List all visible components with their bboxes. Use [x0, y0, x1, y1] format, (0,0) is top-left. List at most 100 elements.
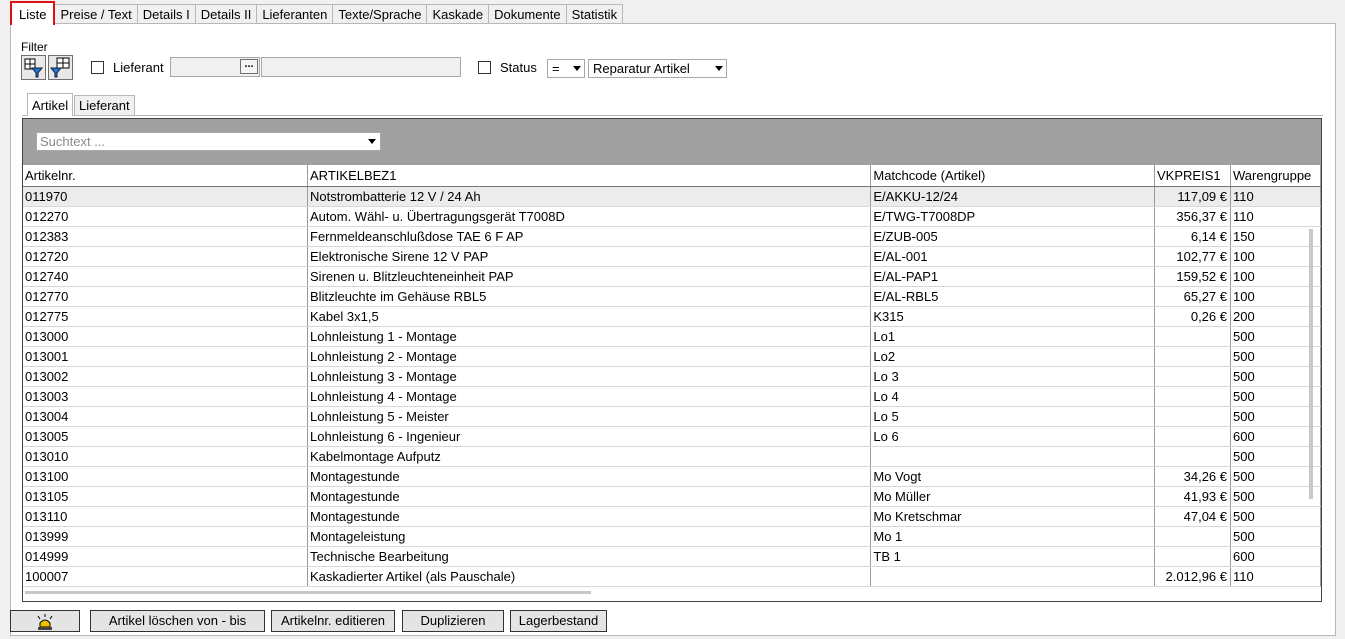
table-cell: Montagestunde — [307, 466, 872, 487]
table-cell: TB 1 — [870, 546, 1156, 567]
table-cell: Lohnleistung 1 - Montage — [307, 326, 872, 347]
table-row[interactable]: 012775 Kabel 3x1,5 K315 0,26 €200 — [23, 306, 1321, 327]
tab-lieferanten[interactable]: Lieferanten — [256, 4, 334, 24]
table-cell: 013003 — [23, 386, 309, 407]
table-row[interactable]: 013002 Lohnleistung 3 - Montage Lo 3 500 — [23, 366, 1321, 387]
vertical-scrollbar[interactable] — [1309, 229, 1313, 499]
table-cell — [870, 566, 1156, 587]
table-cell: 150 — [1230, 226, 1321, 247]
table-cell: 34,26 € — [1154, 466, 1231, 487]
table-cell: 013005 — [23, 426, 309, 447]
table-row[interactable]: 013110 Montagestunde Mo Kretschmar 47,04 €5… — [23, 506, 1321, 527]
table-row[interactable]: 012720 Elektronische Sirene 12 V PAP E/AL-… — [23, 246, 1321, 267]
table-cell: 500 — [1230, 366, 1321, 387]
table-cell: 200 — [1230, 306, 1321, 327]
status-checkbox[interactable] — [478, 61, 491, 74]
tab-texte-sprache[interactable]: Texte/Sprache — [332, 4, 428, 24]
table-row[interactable]: 013010 Kabelmontage Aufputz 500 — [23, 446, 1321, 467]
subtab-artikel[interactable]: Artikel — [27, 93, 74, 116]
table-cell — [1154, 346, 1231, 367]
table-row[interactable]: 013003 Lohnleistung 4 - Montage Lo 4 500 — [23, 386, 1321, 407]
tab-liste[interactable]: Liste — [10, 1, 56, 25]
table-row[interactable]: 100007 Kaskadierter Artikel (als Pauschal… — [23, 566, 1321, 587]
lieferant-lookup-button[interactable]: ... — [240, 59, 258, 74]
table-cell: 012775 — [23, 306, 309, 327]
column-header-matchcode[interactable]: Matchcode (Artikel) — [870, 165, 1156, 187]
table-cell: Lohnleistung 2 - Montage — [307, 346, 872, 367]
table-cell — [1154, 406, 1231, 427]
delete-range-button[interactable]: Artikel löschen von - bis — [90, 610, 265, 632]
table-cell: 012740 — [23, 266, 309, 287]
status-operator-select[interactable]: = — [547, 59, 585, 78]
table-cell: Montagestunde — [307, 506, 872, 527]
tab-statistik[interactable]: Statistik — [565, 4, 624, 24]
table-cell: 013105 — [23, 486, 309, 507]
table-cell: 500 — [1230, 326, 1321, 347]
edit-artikelnr-button[interactable]: Artikelnr. editieren — [271, 610, 395, 632]
table-row[interactable]: 013004 Lohnleistung 5 - Meister Lo 5 500 — [23, 406, 1321, 427]
tab-details-1[interactable]: Details I — [136, 4, 196, 24]
table-row[interactable]: 012770 Blitzleuchte im Gehäuse RBL5 E/AL-R… — [23, 286, 1321, 307]
table-cell: Autom. Wähl- u. Übertragungsgerät T7008D — [307, 206, 872, 227]
horizontal-scrollbar[interactable] — [25, 591, 591, 594]
table-row[interactable]: 012740 Sirenen u. Blitzleuchteneinheit PA… — [23, 266, 1321, 287]
table-cell: 011970 — [23, 186, 309, 207]
table-cell — [1154, 386, 1231, 407]
table-row[interactable]: 013001 Lohnleistung 2 - Montage Lo2 500 — [23, 346, 1321, 367]
table-row[interactable]: 011970 Notstrombatterie 12 V / 24 Ah E/AKK… — [23, 186, 1321, 207]
table-cell: 600 — [1230, 546, 1321, 567]
search-placeholder: Suchtext ... — [40, 134, 106, 149]
tab-preise-text[interactable]: Preise / Text — [54, 4, 138, 24]
chevron-down-icon — [715, 66, 723, 71]
search-input[interactable]: Suchtext ... — [36, 132, 381, 151]
table-cell: 500 — [1230, 406, 1321, 427]
table-cell: Technische Bearbeitung — [307, 546, 872, 567]
column-header-vkpreis1[interactable]: VKPREIS1 — [1154, 165, 1231, 187]
filter-apply-button[interactable] — [21, 55, 46, 80]
lagerbestand-button[interactable]: Lagerbestand — [510, 610, 607, 632]
table-cell: Mo Kretschmar — [870, 506, 1156, 527]
table-cell: 356,37 € — [1154, 206, 1231, 227]
table-cell: Lohnleistung 3 - Montage — [307, 366, 872, 387]
main-tabs: Liste Preise / Text Details I Details II… — [10, 1, 624, 25]
table-cell: Mo Vogt — [870, 466, 1156, 487]
table-cell: 110 — [1230, 206, 1321, 227]
table-row[interactable]: 013105 Montagestunde Mo Müller 41,93 €500 — [23, 486, 1321, 507]
table-cell: Notstrombatterie 12 V / 24 Ah — [307, 186, 872, 207]
table-cell — [1154, 366, 1231, 387]
table-row[interactable]: 013000 Lohnleistung 1 - Montage Lo1 500 — [23, 326, 1321, 347]
table-row[interactable]: 013005 Lohnleistung 6 - Ingenieur Lo 6 600 — [23, 426, 1321, 447]
column-header-warengruppe[interactable]: Warengruppe — [1230, 165, 1321, 187]
column-header-artikelnr[interactable]: Artikelnr. — [23, 165, 309, 187]
table-cell: Lohnleistung 4 - Montage — [307, 386, 872, 407]
tab-kaskade[interactable]: Kaskade — [426, 4, 490, 24]
table-cell: Lo2 — [870, 346, 1156, 367]
lieferant-checkbox[interactable] — [91, 61, 104, 74]
tab-dokumente[interactable]: Dokumente — [488, 4, 567, 24]
table-row[interactable]: 013100 Montagestunde Mo Vogt 34,26 €500 — [23, 466, 1321, 487]
table-cell: 102,77 € — [1154, 246, 1231, 267]
table-cell: 500 — [1230, 346, 1321, 367]
status-value-select[interactable]: Reparatur Artikel — [588, 59, 727, 78]
lieferant-name-field[interactable] — [261, 57, 461, 77]
table-cell: 159,52 € — [1154, 266, 1231, 287]
table-cell: 500 — [1230, 506, 1321, 527]
filter-grid-icon — [24, 58, 44, 78]
table-row[interactable]: 013999 Montageleistung Mo 1 500 — [23, 526, 1321, 547]
table-cell: 500 — [1230, 386, 1321, 407]
table-cell: K315 — [870, 306, 1156, 327]
filter-reset-button[interactable] — [48, 55, 73, 80]
subtab-lieferant[interactable]: Lieferant — [74, 95, 135, 115]
tab-details-2[interactable]: Details II — [194, 4, 258, 24]
table-cell: 013004 — [23, 406, 309, 427]
table-row[interactable]: 014999 Technische Bearbeitung TB 1 600 — [23, 546, 1321, 567]
alarm-button[interactable] — [10, 610, 80, 632]
duplicate-button[interactable]: Duplizieren — [402, 610, 504, 632]
table-row[interactable]: 012383 Fernmeldeanschlußdose TAE 6 F AP E/… — [23, 226, 1321, 247]
column-header-artikelbez1[interactable]: ARTIKELBEZ1 — [307, 165, 872, 187]
table-cell: 012270 — [23, 206, 309, 227]
chevron-down-icon — [368, 139, 376, 144]
table-cell: 6,14 € — [1154, 226, 1231, 247]
table-cell: Mo 1 — [870, 526, 1156, 547]
table-row[interactable]: 012270 Autom. Wähl- u. Übertragungsgerät … — [23, 206, 1321, 227]
